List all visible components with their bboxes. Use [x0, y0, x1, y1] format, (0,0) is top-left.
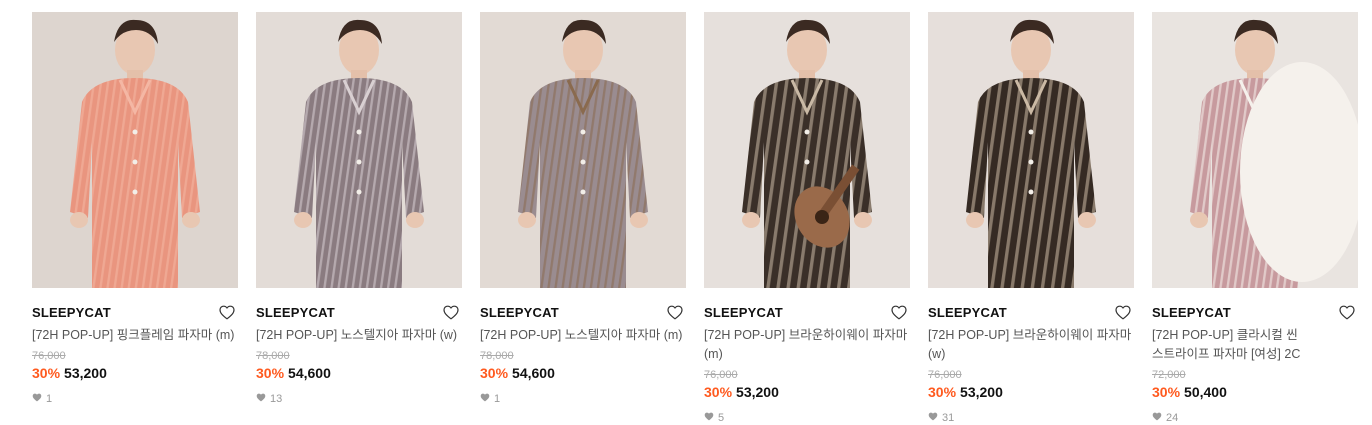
like-heart-icon [928, 412, 938, 424]
product-card[interactable]: SLEEPYCAT [72H POP-UP] 노스텔지아 파자마 (w) 78,… [256, 12, 462, 405]
wishlist-heart-icon[interactable] [218, 303, 236, 321]
product-card[interactable]: SLEEPYCAT [72H POP-UP] 브라운하이웨이 파자마 (m) 7… [704, 12, 910, 424]
price-row: 30% 53,200 [928, 382, 1134, 402]
product-image[interactable] [480, 12, 686, 288]
product-title[interactable]: [72H POP-UP] 브라운하이웨이 파자마 (m) [704, 326, 910, 364]
discount-rate: 30% [704, 384, 733, 400]
price-row: 30% 54,600 [480, 363, 686, 383]
brand-name[interactable]: SLEEPYCAT [928, 305, 1007, 320]
like-count: 31 [928, 412, 1134, 424]
like-count: 1 [32, 393, 238, 405]
sale-price: 50,400 [1184, 384, 1227, 400]
product-image[interactable] [704, 12, 910, 288]
price-row: 30% 53,200 [704, 382, 910, 402]
wishlist-heart-icon[interactable] [1338, 303, 1356, 321]
wishlist-heart-icon[interactable] [666, 303, 684, 321]
original-price: 76,000 [32, 350, 66, 362]
like-heart-icon [256, 393, 266, 405]
like-heart-icon [480, 393, 490, 405]
product-title[interactable]: [72H POP-UP] 클라시컬 씬 스트라이프 파자마 [여성] 2C [1152, 326, 1358, 364]
brand-name[interactable]: SLEEPYCAT [1152, 305, 1231, 320]
like-count-value: 1 [494, 393, 501, 405]
product-title[interactable]: [72H POP-UP] 핑크플레임 파자마 (m) [32, 326, 238, 345]
brand-row: SLEEPYCAT [1152, 302, 1358, 322]
price-row: 30% 53,200 [32, 363, 238, 383]
product-image[interactable] [32, 12, 238, 288]
brand-row: SLEEPYCAT [704, 302, 910, 322]
like-count: 5 [704, 412, 910, 424]
original-price: 78,000 [480, 350, 514, 362]
brand-row: SLEEPYCAT [32, 302, 238, 322]
original-price: 78,000 [256, 350, 290, 362]
like-count-value: 31 [942, 412, 955, 424]
sale-price: 53,200 [736, 384, 779, 400]
discount-rate: 30% [928, 384, 957, 400]
like-count-value: 24 [1166, 412, 1179, 424]
brand-name[interactable]: SLEEPYCAT [480, 305, 559, 320]
brand-name[interactable]: SLEEPYCAT [32, 305, 111, 320]
product-card[interactable]: SLEEPYCAT [72H POP-UP] 노스텔지아 파자마 (m) 78,… [480, 12, 686, 405]
product-title[interactable]: [72H POP-UP] 브라운하이웨이 파자마 (w) [928, 326, 1134, 364]
like-count: 1 [480, 393, 686, 405]
brand-row: SLEEPYCAT [256, 302, 462, 322]
sale-price: 53,200 [64, 365, 107, 381]
like-count-value: 13 [270, 393, 283, 405]
sale-price: 54,600 [288, 365, 331, 381]
product-card[interactable]: SLEEPYCAT [72H POP-UP] 핑크플레임 파자마 (m) 76,… [32, 12, 238, 405]
product-image[interactable] [256, 12, 462, 288]
brand-name[interactable]: SLEEPYCAT [256, 305, 335, 320]
price-row: 30% 54,600 [256, 363, 462, 383]
like-count-value: 5 [718, 412, 725, 424]
like-heart-icon [1152, 412, 1162, 424]
original-price: 76,000 [928, 369, 962, 381]
like-count-value: 1 [46, 393, 53, 405]
like-heart-icon [704, 412, 714, 424]
like-count: 13 [256, 393, 462, 405]
brand-row: SLEEPYCAT [480, 302, 686, 322]
like-heart-icon [32, 393, 42, 405]
wishlist-heart-icon[interactable] [1114, 303, 1132, 321]
sale-price: 54,600 [512, 365, 555, 381]
wishlist-heart-icon[interactable] [890, 303, 908, 321]
discount-rate: 30% [32, 365, 61, 381]
product-title[interactable]: [72H POP-UP] 노스텔지아 파자마 (w) [256, 326, 462, 345]
original-price: 76,000 [704, 369, 738, 381]
product-card[interactable]: SLEEPYCAT [72H POP-UP] 클라시컬 씬 스트라이프 파자마 … [1152, 12, 1358, 424]
price-row: 30% 50,400 [1152, 382, 1358, 402]
discount-rate: 30% [1152, 384, 1181, 400]
product-image[interactable] [1152, 12, 1358, 288]
sale-price: 53,200 [960, 384, 1003, 400]
product-card[interactable]: SLEEPYCAT [72H POP-UP] 브라운하이웨이 파자마 (w) 7… [928, 12, 1134, 424]
discount-rate: 30% [256, 365, 285, 381]
brand-row: SLEEPYCAT [928, 302, 1134, 322]
product-image[interactable] [928, 12, 1134, 288]
brand-name[interactable]: SLEEPYCAT [704, 305, 783, 320]
original-price: 72,000 [1152, 369, 1186, 381]
like-count: 24 [1152, 412, 1358, 424]
wishlist-heart-icon[interactable] [442, 303, 460, 321]
product-grid: SLEEPYCAT [72H POP-UP] 핑크플레임 파자마 (m) 76,… [0, 0, 1372, 425]
discount-rate: 30% [480, 365, 509, 381]
product-title[interactable]: [72H POP-UP] 노스텔지아 파자마 (m) [480, 326, 686, 345]
